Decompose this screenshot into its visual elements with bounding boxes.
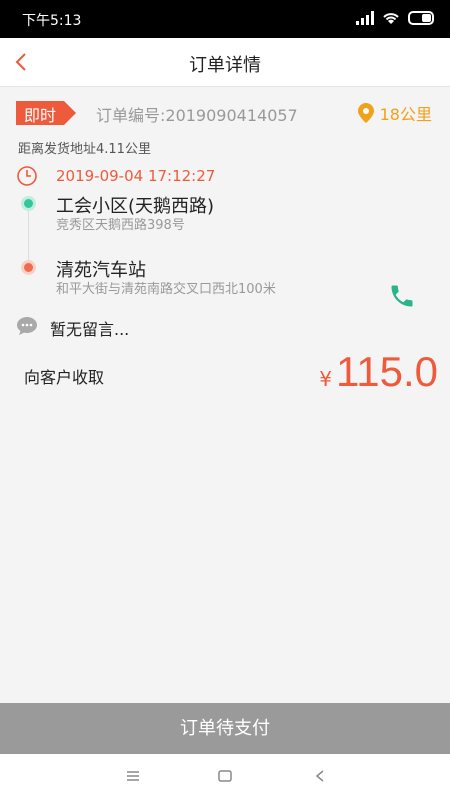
clock-icon: [17, 166, 37, 186]
end-point-dot: [21, 260, 36, 275]
pickup-distance: 距离发货地址4.11公里: [18, 142, 151, 157]
amount-value: 115.0: [336, 348, 438, 395]
menu-icon[interactable]: [125, 768, 141, 784]
battery-icon: [408, 11, 434, 25]
message-text: 暂无留言...: [50, 320, 130, 339]
home-icon[interactable]: [217, 768, 233, 784]
back-icon[interactable]: [312, 768, 328, 784]
order-type-tag: 即时: [16, 101, 76, 125]
order-number: 订单编号:2019090414057: [96, 106, 298, 125]
phone-icon[interactable]: [388, 282, 416, 310]
page-title: 订单详情: [189, 55, 261, 76]
distance-badge: 18公里: [357, 101, 432, 125]
dropoff-address: 和平大街与清苑南路交叉口西北100米: [56, 282, 276, 297]
collect-label: 向客户收取: [24, 368, 105, 387]
distance-badge-label: 18公里: [379, 105, 432, 124]
start-point-dot: [21, 196, 36, 211]
pay-status-button[interactable]: 订单待支付: [0, 703, 450, 754]
route-line: [28, 204, 29, 266]
amount: ¥ 115.0: [319, 348, 438, 396]
currency-symbol: ¥: [319, 367, 332, 391]
location-pin-icon: [357, 103, 374, 123]
pickup-address: 竞秀区天鹅西路398号: [56, 218, 185, 233]
nav-bar: 订单详情: [0, 38, 450, 87]
order-datetime: 2019-09-04 17:12:27: [56, 167, 216, 185]
chat-bubble-icon: [17, 317, 37, 335]
status-icons: [356, 11, 436, 25]
signal-icon: [356, 11, 374, 25]
status-bar: 下午5:13: [0, 0, 450, 38]
order-type-label: 即时: [24, 106, 57, 125]
system-nav-bar: [0, 754, 450, 800]
wifi-icon: [383, 13, 399, 24]
order-detail-content: 即时 订单编号:2019090414057 18公里 距离发货地址4.11公里 …: [0, 88, 450, 703]
status-time: 下午5:13: [22, 13, 82, 29]
